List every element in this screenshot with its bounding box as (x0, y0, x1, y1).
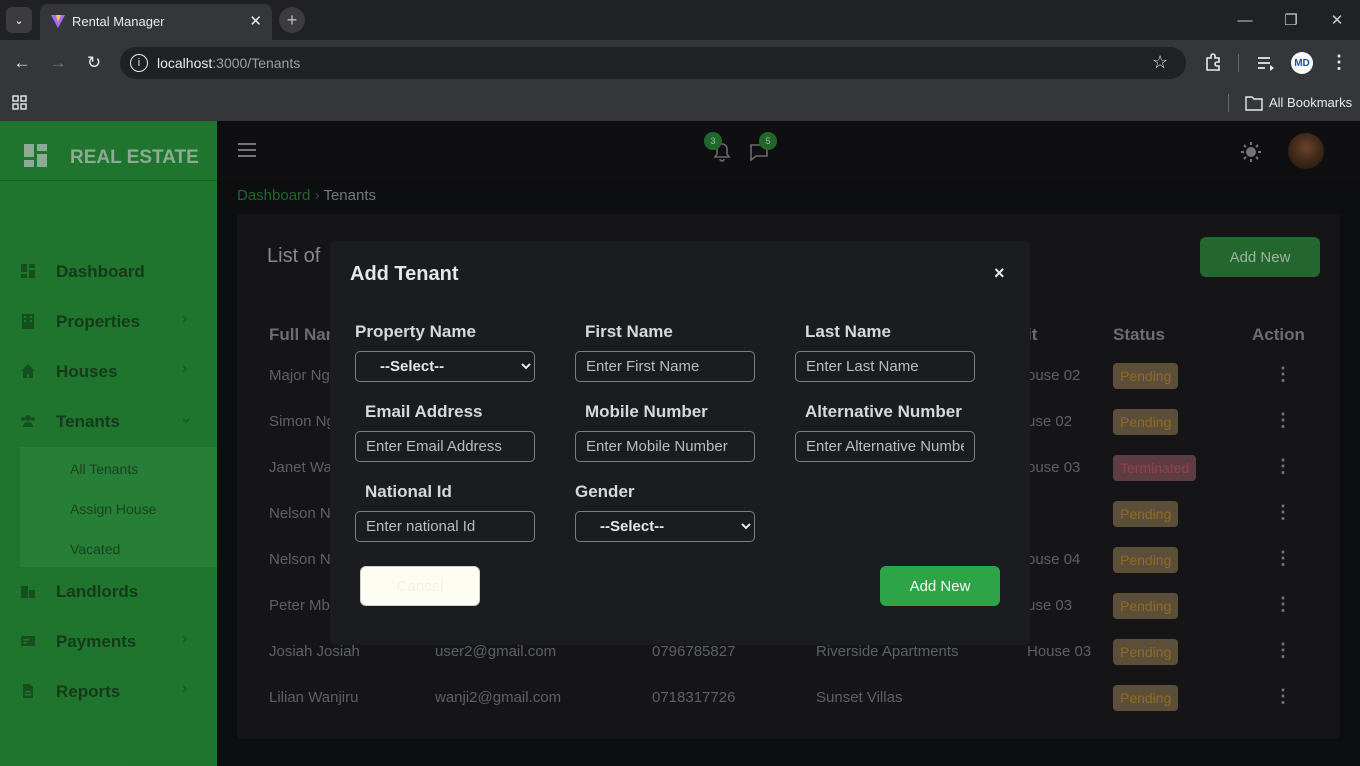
property-name-select[interactable]: --Select-- (355, 351, 535, 382)
national-id-label: National Id (365, 482, 452, 501)
add-tenant-modal: Add Tenant × Property Name --Select-- Fi… (330, 241, 1030, 645)
minimize-button[interactable]: — (1222, 0, 1268, 40)
site-info-icon[interactable]: i (130, 54, 148, 72)
address-bar[interactable]: i localhost:3000/Tenants ☆ (120, 47, 1186, 79)
media-control-icon[interactable] (1256, 53, 1276, 73)
national-id-field[interactable] (355, 511, 535, 542)
browser-tab-bar: ⌄ Rental Manager ✕ + — ❐ ✕ (0, 0, 1360, 40)
close-tab-icon[interactable]: ✕ (249, 12, 262, 30)
all-bookmarks-link[interactable]: All Bookmarks (1269, 95, 1352, 110)
first-name-field[interactable] (575, 351, 755, 382)
alternative-number-label: Alternative Number (805, 402, 962, 421)
vite-logo-icon (51, 15, 65, 28)
extensions-icon[interactable] (1203, 52, 1223, 72)
email-field[interactable] (355, 431, 535, 462)
modal-title: Add Tenant (350, 263, 459, 285)
browser-tab[interactable]: Rental Manager ✕ (40, 4, 272, 40)
email-label: Email Address (365, 402, 483, 421)
url-text: localhost:3000/Tenants (157, 55, 301, 71)
first-name-label: First Name (585, 322, 673, 341)
restore-button[interactable]: ❐ (1268, 0, 1314, 40)
folder-icon (1245, 96, 1263, 111)
bookmarks-bar: All Bookmarks (0, 86, 1360, 121)
tab-search-button[interactable]: ⌄ (6, 7, 32, 33)
close-icon[interactable]: × (994, 263, 1005, 284)
back-icon[interactable]: ← (10, 51, 34, 75)
last-name-field[interactable] (795, 351, 975, 382)
alternative-number-field[interactable] (795, 431, 975, 462)
bookmark-star-icon[interactable]: ☆ (1152, 52, 1168, 73)
gender-label: Gender (575, 482, 635, 501)
profile-avatar[interactable]: MD (1291, 52, 1313, 74)
forward-icon[interactable]: → (46, 51, 70, 75)
close-window-button[interactable]: ✕ (1314, 0, 1360, 40)
mobile-number-label: Mobile Number (585, 402, 708, 421)
gender-select[interactable]: --Select-- (575, 511, 755, 542)
cancel-button[interactable]: Cancel (360, 566, 480, 606)
toolbar-divider (1238, 54, 1239, 72)
reload-icon[interactable]: ↻ (82, 51, 106, 75)
mobile-number-field[interactable] (575, 431, 755, 462)
new-tab-button[interactable]: + (279, 7, 305, 33)
browser-toolbar: ← → ↻ i localhost:3000/Tenants ☆ MD ⋮ (0, 40, 1360, 86)
browser-menu-icon[interactable]: ⋮ (1330, 52, 1348, 73)
apps-grid-icon[interactable] (12, 95, 28, 111)
bookmark-divider (1228, 94, 1229, 112)
add-new-submit-button[interactable]: Add New (880, 566, 1000, 606)
property-name-label: Property Name (355, 322, 476, 341)
tab-title: Rental Manager (72, 14, 165, 29)
last-name-label: Last Name (805, 322, 891, 341)
